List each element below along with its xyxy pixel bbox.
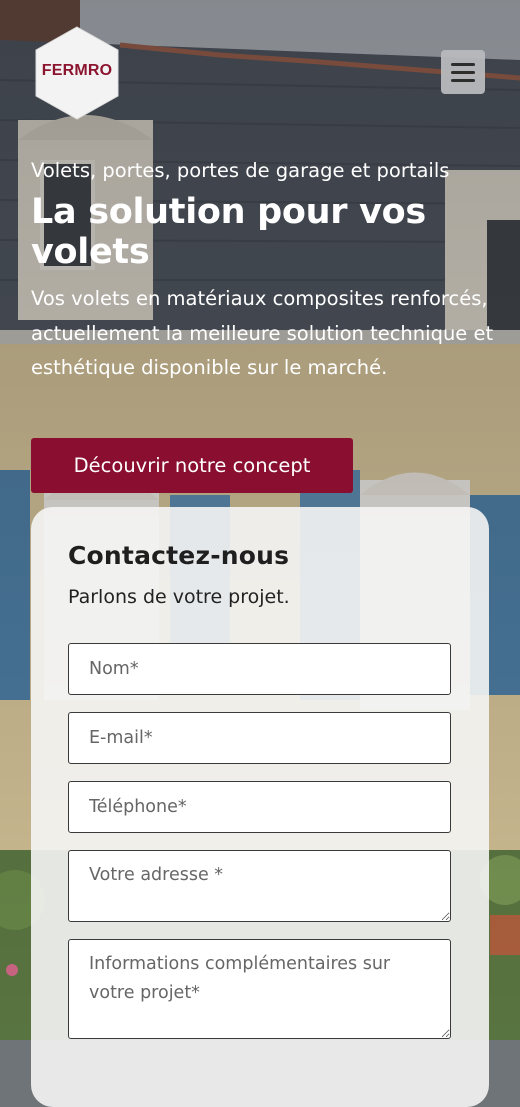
- phone-field[interactable]: [68, 781, 451, 833]
- hero-content: Volets, portes, portes de garage et port…: [31, 156, 501, 386]
- hero-headline: La solution pour vos volets: [31, 192, 426, 272]
- menu-button[interactable]: [441, 50, 485, 94]
- brand-logo[interactable]: FERMRO: [34, 26, 120, 120]
- name-field[interactable]: [68, 643, 451, 695]
- hero-lead: Vos volets en matériaux composites renfo…: [31, 287, 494, 379]
- hamburger-menu-icon-bar: [451, 70, 475, 74]
- address-field[interactable]: [68, 850, 451, 922]
- discover-concept-button[interactable]: Découvrir notre concept: [31, 438, 353, 493]
- hamburger-menu-icon-bar: [451, 78, 475, 82]
- hamburger-menu-icon: [451, 62, 475, 66]
- logo-text: FERMRO: [41, 62, 113, 79]
- contact-form-card: Contactez-nous Parlons de votre projet.: [31, 507, 489, 1107]
- contact-subtitle: Parlons de votre projet.: [68, 586, 290, 608]
- email-field[interactable]: [68, 712, 451, 764]
- contact-title: Contactez-nous: [68, 541, 290, 570]
- project-info-field[interactable]: [68, 939, 451, 1039]
- hero-kicker: Volets, portes, portes de garage et port…: [31, 159, 450, 182]
